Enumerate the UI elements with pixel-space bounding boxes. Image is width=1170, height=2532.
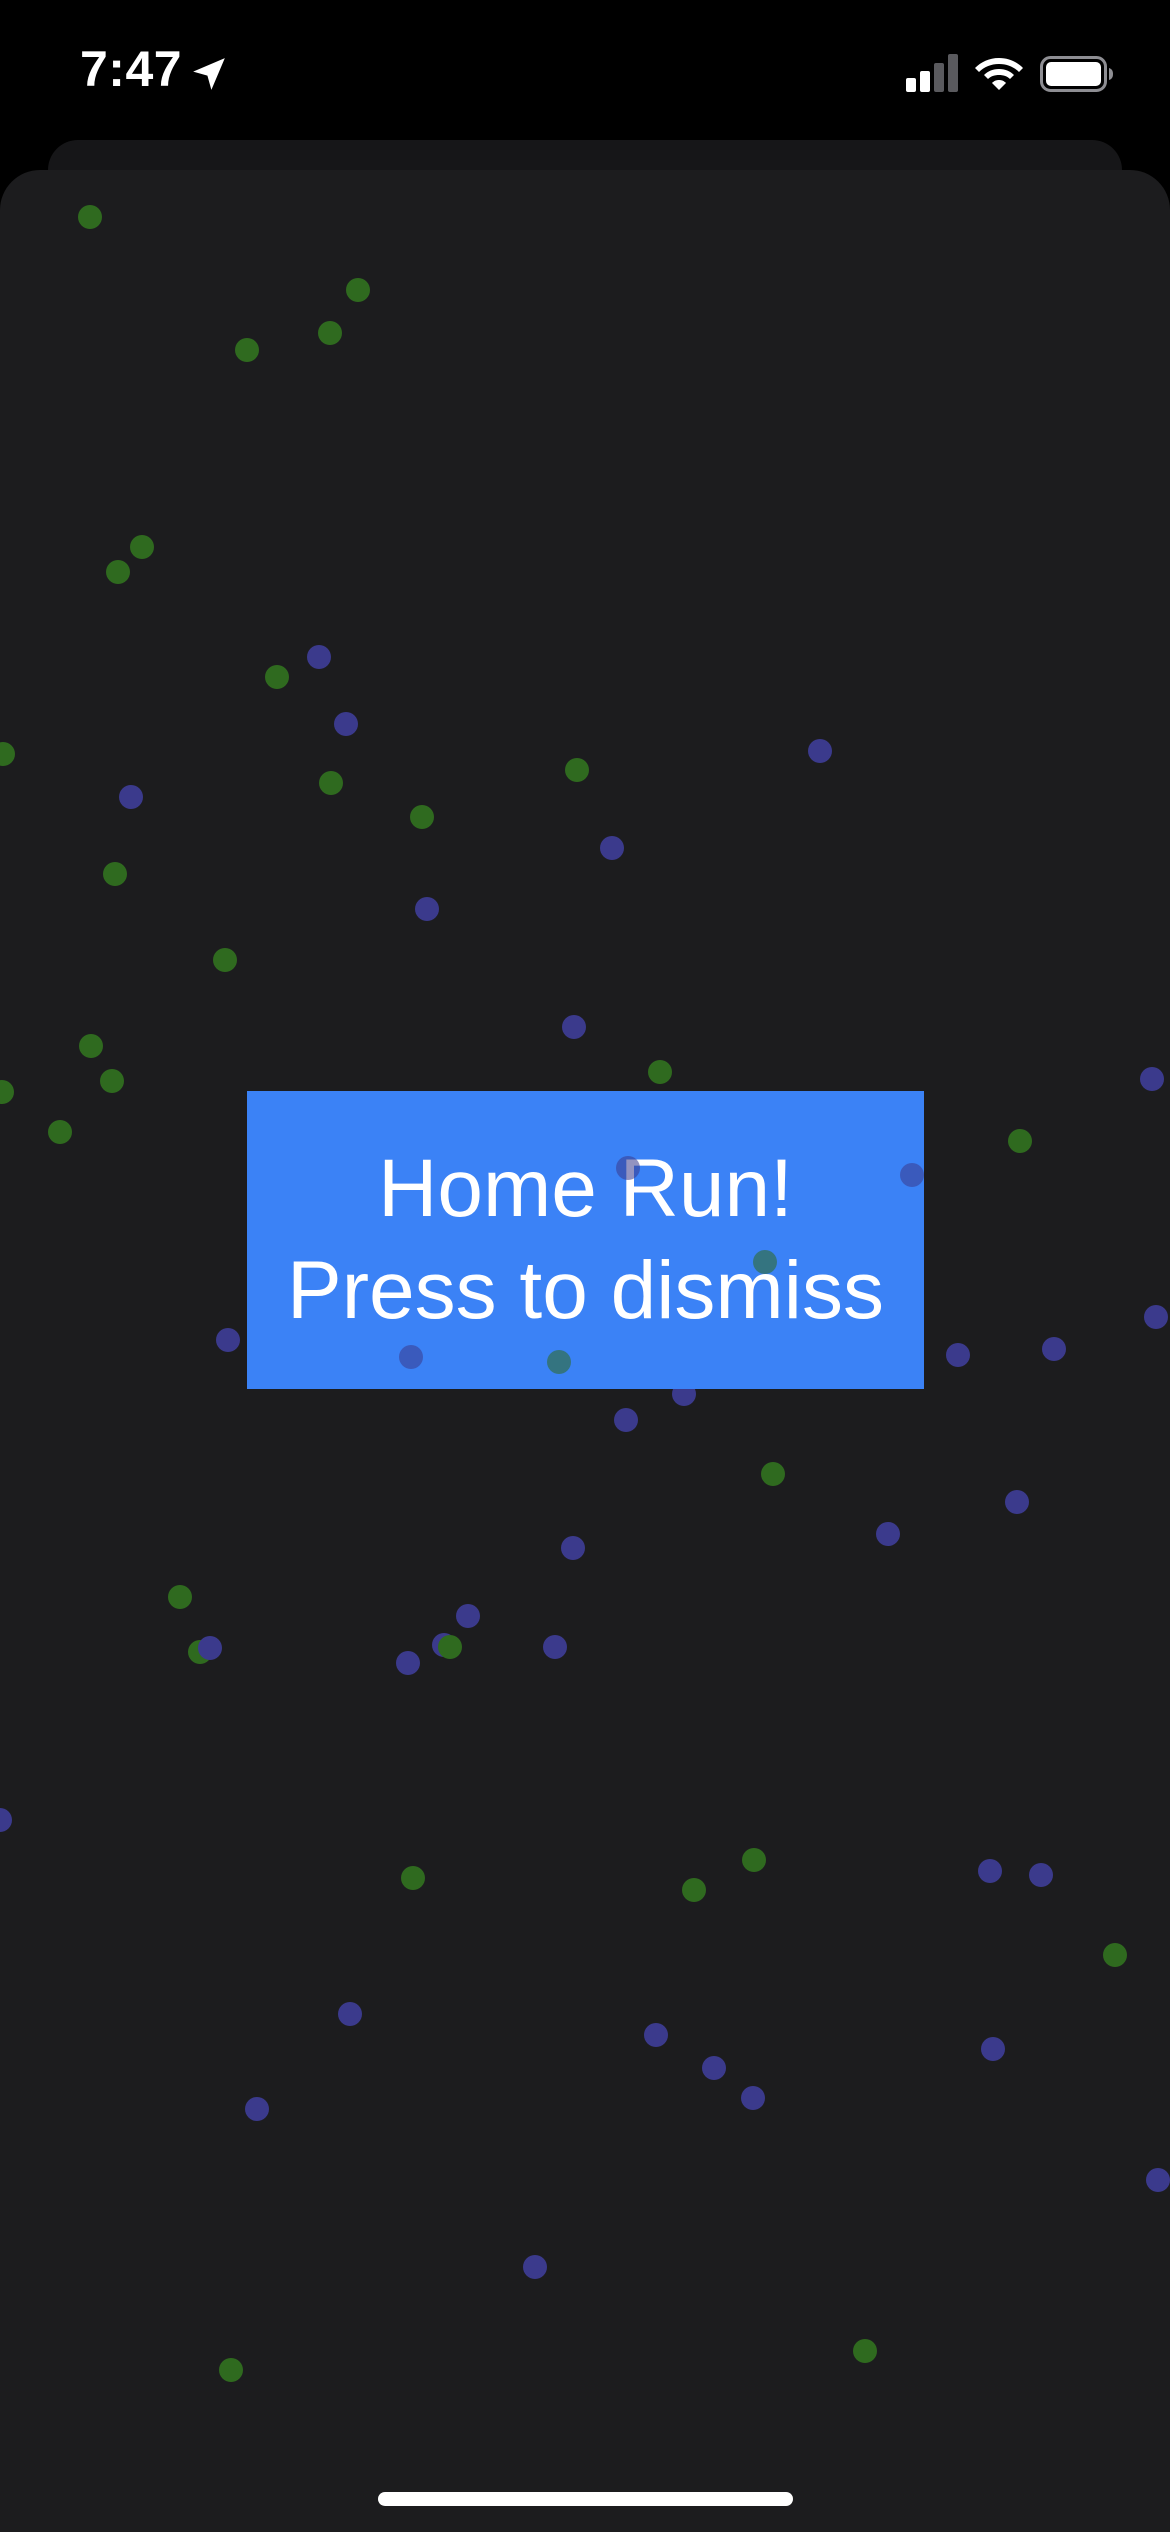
banner-subtitle: Press to dismiss: [287, 1245, 884, 1336]
status-bar: 7:47: [0, 0, 1170, 140]
home-indicator: [378, 2492, 793, 2506]
home-run-dismiss-button[interactable]: Home Run! Press to dismiss: [247, 1091, 924, 1389]
battery-icon: [1040, 56, 1113, 92]
screen: 7:47 Home Run! Press to dismiss: [0, 0, 1170, 2532]
status-time: 7:47: [80, 41, 183, 97]
wifi-icon: [975, 58, 1023, 90]
banner-title: Home Run!: [378, 1143, 793, 1234]
location-arrow-icon: [193, 58, 225, 90]
cellular-signal-icon: [906, 54, 958, 92]
